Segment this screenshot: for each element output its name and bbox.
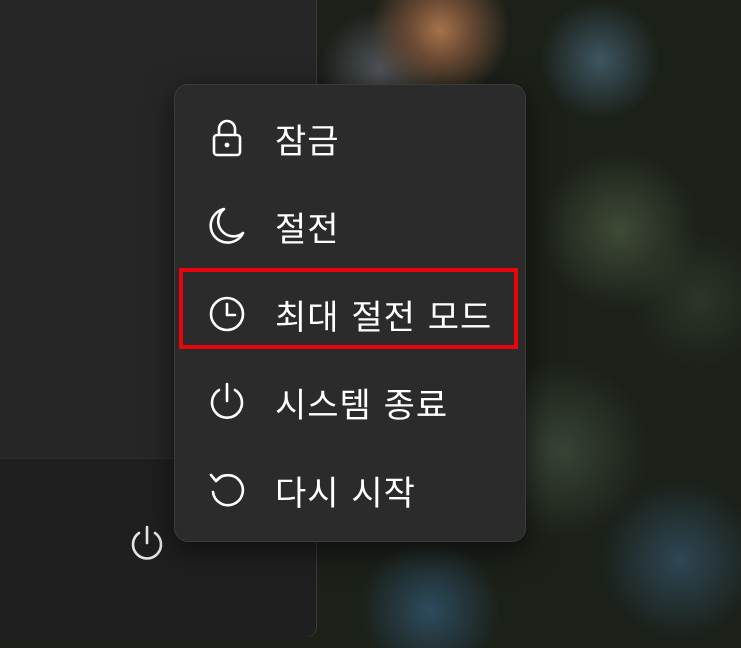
menu-item-lock[interactable]: 잠금 xyxy=(183,103,517,173)
power-options-menu: 잠금 절전 최대 절전 모드 시스템 종료 다시 시작 xyxy=(174,84,526,542)
power-button[interactable] xyxy=(122,520,172,570)
menu-item-label: 절전 xyxy=(275,209,340,250)
menu-item-restart[interactable]: 다시 시작 xyxy=(183,455,517,525)
menu-item-label: 잠금 xyxy=(275,121,340,162)
menu-item-shutdown[interactable]: 시스템 종료 xyxy=(183,367,517,437)
restart-icon xyxy=(207,470,247,510)
moon-icon xyxy=(207,206,247,246)
lock-icon xyxy=(207,118,247,158)
power-icon xyxy=(131,525,163,560)
menu-item-label: 시스템 종료 xyxy=(275,385,449,426)
power-icon xyxy=(207,382,247,422)
menu-item-sleep[interactable]: 절전 xyxy=(183,191,517,261)
clock-icon xyxy=(207,294,247,334)
menu-item-hibernate[interactable]: 최대 절전 모드 xyxy=(183,279,517,349)
menu-item-label: 다시 시작 xyxy=(275,473,416,514)
menu-item-label: 최대 절전 모드 xyxy=(275,297,493,338)
